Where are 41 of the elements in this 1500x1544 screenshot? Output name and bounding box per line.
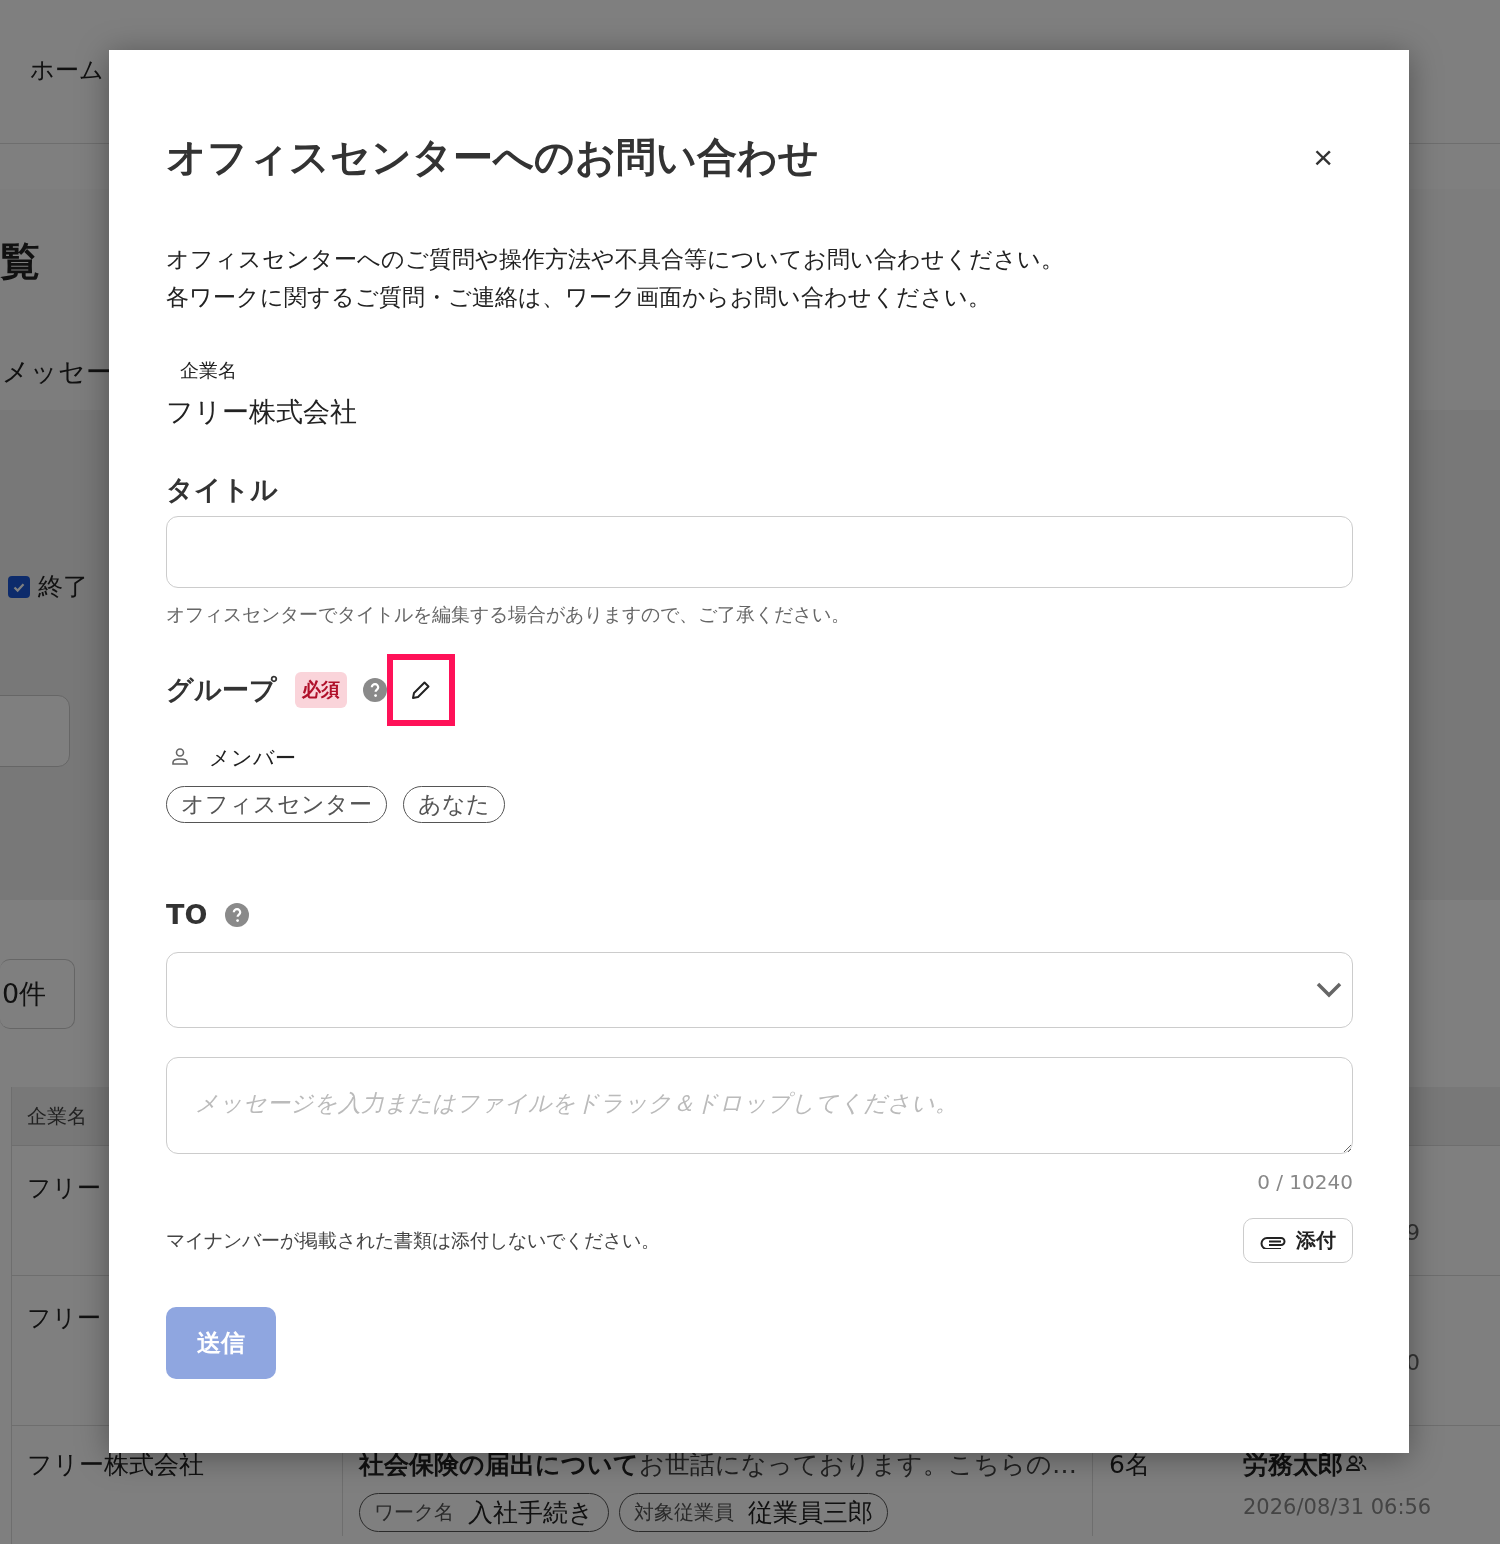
hint-text: オフィスセンターでタイトルを編集する場合がありますので、ご了承ください。 xyxy=(166,602,851,627)
tag-value: 従業員三郎 xyxy=(748,1497,873,1529)
close-button[interactable]: × xyxy=(1303,138,1353,177)
tag-value: 入社手続き xyxy=(468,1497,594,1529)
tag-key: 対象従業員 xyxy=(634,1499,734,1526)
dialog-title: オフィスセンターへのお問い合わせ xyxy=(166,133,819,182)
chevron-down-icon xyxy=(1316,982,1342,998)
checkbox[interactable] xyxy=(8,575,30,598)
field-label: TO xyxy=(166,899,208,930)
description-text: オフィスセンターへのご質問や操作方法や不具合等についてお問い合わせください。 xyxy=(166,245,1065,274)
checkbox-label: 終了 xyxy=(38,571,88,603)
filter-input[interactable] xyxy=(0,695,70,767)
field-label: グループ xyxy=(166,673,277,707)
edit-button[interactable] xyxy=(387,654,455,726)
timestamp: 2026/08/31 06:56 xyxy=(1243,1495,1432,1519)
members-label: メンバー xyxy=(209,745,296,772)
table-cell: フリー株式会社 xyxy=(27,1450,204,1479)
company-name: フリー株式会社 xyxy=(166,395,358,429)
column-header: 企業名 xyxy=(27,1102,87,1130)
assignee-name: 労務太郎 xyxy=(1243,1449,1343,1481)
attach-button[interactable]: 添付 xyxy=(1243,1218,1353,1263)
help-icon[interactable] xyxy=(225,902,250,927)
required-badge: 必須 xyxy=(295,672,347,708)
field-label: タイトル xyxy=(166,473,279,507)
description-text: 各ワークに関するご質問・ご連絡は、ワーク画面からお問い合わせください。 xyxy=(166,283,992,312)
home-link[interactable]: ホーム xyxy=(30,54,104,86)
table-cell: フリー xyxy=(27,1304,101,1332)
message-preview: 社会保険の届出についてお世話になっております。こちらの… xyxy=(359,1449,1078,1481)
send-button: 送信 xyxy=(166,1307,276,1379)
character-counter: 0 / 10240 xyxy=(1257,1170,1353,1194)
notice-text: マイナンバーが掲載された書類は添付しないでください。 xyxy=(166,1227,660,1253)
table-cell: 6名 xyxy=(1109,1450,1150,1479)
title-input[interactable] xyxy=(166,516,1353,588)
page-size-dropdown[interactable]: 0件 xyxy=(0,958,76,1029)
field-label: 企業名 xyxy=(180,358,238,383)
page-title: 覧 xyxy=(0,237,40,286)
pencil-icon xyxy=(409,678,433,702)
help-icon[interactable] xyxy=(363,678,387,702)
message-input[interactable]: メッセージを入力またはファイルをドラック＆ドロップしてください。 xyxy=(166,1057,1353,1154)
table-cell: フリー xyxy=(27,1174,101,1202)
tag-key: ワーク名 xyxy=(374,1499,454,1526)
